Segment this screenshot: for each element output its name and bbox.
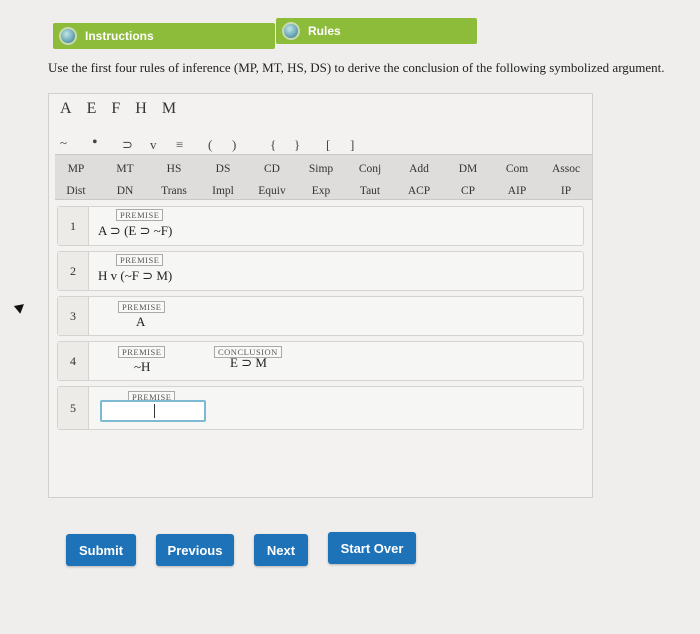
- line-number: 4: [58, 342, 89, 380]
- symbol-open-paren[interactable]: (: [208, 137, 212, 153]
- question-text: Use the first four rules of inference (M…: [48, 60, 665, 75]
- premise-tag: PREMISE: [116, 254, 164, 266]
- rule-aip[interactable]: AIP: [508, 185, 527, 197]
- rule-mp[interactable]: MP: [68, 163, 85, 175]
- symbol-close-paren[interactable]: ): [232, 137, 236, 153]
- rule-impl[interactable]: Impl: [212, 185, 234, 197]
- symbol-open-brace[interactable]: {: [270, 137, 276, 153]
- globe-icon: [61, 29, 75, 43]
- instructions-label: Instructions: [85, 29, 154, 43]
- rule-acp[interactable]: ACP: [408, 185, 430, 197]
- letter-button-e[interactable]: E: [87, 100, 97, 118]
- rule-exp[interactable]: Exp: [312, 185, 331, 197]
- letter-palette: A E F H M: [60, 100, 176, 118]
- globe-icon: [284, 24, 298, 38]
- rules-grid: MP MT HS DS CD Simp Conj Add DM Com Asso…: [55, 154, 592, 200]
- rule-com[interactable]: Com: [506, 163, 528, 175]
- rule-conj[interactable]: Conj: [359, 163, 381, 175]
- premise-formula: ~H: [134, 359, 151, 374]
- rule-ds[interactable]: DS: [216, 163, 231, 175]
- rule-cp[interactable]: CP: [461, 185, 475, 197]
- premise-tag: PREMISE: [116, 209, 164, 221]
- symbol-open-bracket[interactable]: [: [326, 137, 330, 153]
- line-number: 5: [58, 387, 89, 429]
- rule-dm[interactable]: DM: [459, 163, 478, 175]
- mouse-cursor-icon: [13, 300, 28, 314]
- line-number: 2: [58, 252, 89, 290]
- symbol-horseshoe[interactable]: ⊃: [122, 137, 133, 153]
- rule-assoc[interactable]: Assoc: [552, 163, 580, 175]
- rules-tab[interactable]: Rules: [276, 18, 477, 44]
- conclusion-formula: E ⊃ M: [230, 355, 267, 370]
- rule-mt[interactable]: MT: [116, 163, 133, 175]
- letter-button-a[interactable]: A: [60, 100, 72, 118]
- rule-dist[interactable]: Dist: [66, 185, 85, 197]
- letter-button-h[interactable]: H: [135, 100, 147, 118]
- premise-formula: A ⊃ (E ⊃ ~F): [98, 223, 173, 238]
- rule-simp[interactable]: Simp: [309, 163, 333, 175]
- line-number: 3: [58, 297, 89, 335]
- proof-line-4: 4 PREMISE ~H CONCLUSION E ⊃ M: [57, 341, 584, 381]
- rules-label: Rules: [308, 24, 341, 38]
- proof-line-2: 2 PREMISE H v (~F ⊃ M): [57, 251, 584, 291]
- premise-formula: A: [136, 314, 146, 329]
- line-number: 1: [58, 207, 89, 245]
- rule-trans[interactable]: Trans: [161, 185, 187, 197]
- previous-button[interactable]: Previous: [156, 534, 234, 566]
- text-caret: [154, 404, 155, 418]
- letter-button-f[interactable]: F: [111, 100, 120, 118]
- proof-line-1: 1 PREMISE A ⊃ (E ⊃ ~F): [57, 206, 584, 246]
- symbol-dot[interactable]: •: [92, 134, 98, 152]
- symbol-triple-bar[interactable]: ≡: [176, 137, 183, 153]
- rule-cd[interactable]: CD: [264, 163, 280, 175]
- letter-button-m[interactable]: M: [162, 100, 176, 118]
- submit-button[interactable]: Submit: [66, 534, 136, 566]
- symbol-wedge[interactable]: v: [150, 137, 157, 153]
- rule-hs[interactable]: HS: [167, 163, 182, 175]
- instructions-tab[interactable]: Instructions: [53, 23, 275, 49]
- start-over-button[interactable]: Start Over: [328, 532, 416, 564]
- rule-dn[interactable]: DN: [117, 185, 134, 197]
- rule-taut[interactable]: Taut: [360, 185, 380, 197]
- symbol-close-brace[interactable]: }: [294, 137, 300, 153]
- premise-formula: H v (~F ⊃ M): [98, 268, 173, 283]
- rule-ip[interactable]: IP: [561, 185, 571, 197]
- symbol-close-bracket[interactable]: ]: [350, 137, 354, 153]
- premise-tag: PREMISE: [118, 346, 166, 358]
- proof-line-3: 3 PREMISE A: [57, 296, 584, 336]
- next-button[interactable]: Next: [254, 534, 308, 566]
- rule-equiv[interactable]: Equiv: [258, 185, 285, 197]
- line-5-input[interactable]: [100, 400, 206, 422]
- premise-tag: PREMISE: [118, 301, 166, 313]
- symbol-tilde[interactable]: ~: [60, 135, 67, 151]
- rule-add[interactable]: Add: [409, 163, 429, 175]
